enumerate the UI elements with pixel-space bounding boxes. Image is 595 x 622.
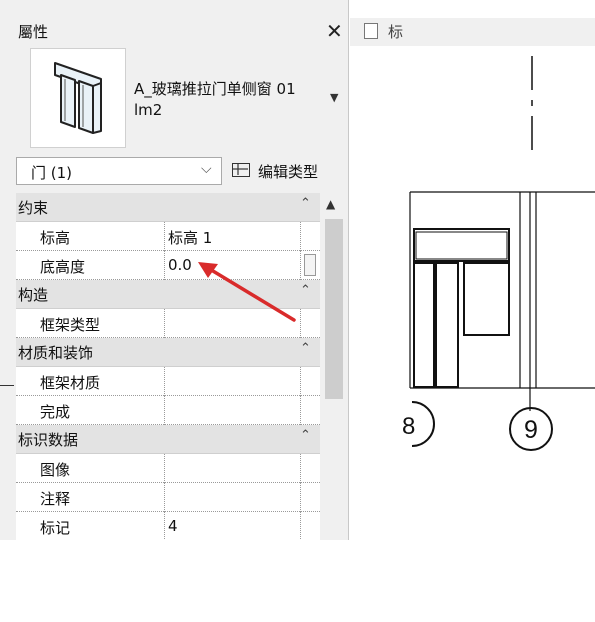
collapse-icon[interactable]: ⌃ — [300, 283, 311, 298]
group-label: 材质和装饰 — [18, 344, 94, 362]
grid-label-9: 9 — [524, 416, 538, 444]
chevron-down-icon: ⌵ — [201, 161, 212, 177]
type-selector-name[interactable]: A_玻璃推拉门单侧窗 01 lm2 — [134, 79, 334, 121]
instance-filter-select[interactable]: 门 (1) ⌵ — [16, 157, 222, 185]
property-name: 框架类型 — [40, 316, 101, 334]
property-value[interactable]: 4 — [168, 517, 178, 535]
property-scrollbar[interactable]: ▲ — [322, 193, 346, 540]
arrow-head — [198, 262, 218, 278]
collapse-icon[interactable]: ⌃ — [300, 196, 311, 211]
view-tab-label[interactable]: 标 — [388, 21, 403, 42]
door-leaf-left — [413, 262, 435, 388]
view-tab-bar: 标 — [350, 18, 595, 46]
collapse-icon[interactable]: ⌃ — [300, 428, 311, 443]
property-name: 标记 — [40, 519, 71, 537]
group-identity-data[interactable]: 标识数据 ⌃ — [16, 425, 320, 454]
property-value[interactable]: 0.0 — [168, 256, 192, 274]
type-name-line-2: lm2 — [134, 101, 163, 119]
property-name: 底高度 — [40, 258, 86, 276]
property-row-frame-material[interactable]: 框架材质 — [16, 367, 320, 396]
property-row-level[interactable]: 标高 标高 1 — [16, 222, 320, 251]
property-name: 图像 — [40, 461, 71, 479]
property-row-image[interactable]: 图像 — [16, 454, 320, 483]
palette-title-bar[interactable]: 屬性 ✕ — [0, 18, 348, 46]
property-name: 框架材质 — [40, 374, 101, 392]
floor-plan-icon — [364, 23, 378, 39]
property-row-mark[interactable]: 标记 4 — [16, 512, 320, 540]
collapse-icon[interactable]: ⌃ — [300, 341, 311, 356]
arrow-shaft — [206, 266, 296, 322]
property-name: 注释 — [40, 490, 71, 508]
group-materials[interactable]: 材质和装饰 ⌃ — [16, 338, 320, 367]
property-row-finish[interactable]: 完成 — [16, 396, 320, 425]
chevron-down-icon[interactable]: ▼ — [330, 91, 338, 104]
scroll-thumb[interactable] — [325, 219, 343, 399]
scroll-up-icon[interactable]: ▲ — [326, 197, 335, 211]
value-spin-icon[interactable] — [304, 254, 316, 276]
property-grid: 约束 ⌃ 标高 标高 1 底高度 0.0 构造 ⌃ 框架类型 材质和装饰 ⌃ 框… — [16, 193, 320, 540]
edit-type-button[interactable]: 编辑类型 — [230, 157, 340, 185]
property-value[interactable]: 标高 1 — [168, 227, 212, 248]
drawing-canvas[interactable]: 8 9 — [352, 46, 595, 540]
filter-label: 门 (1) — [31, 164, 73, 182]
side-window — [463, 262, 510, 336]
window-transom — [413, 228, 510, 262]
edit-type-label: 编辑类型 — [258, 163, 319, 181]
group-label: 约束 — [18, 199, 49, 217]
type-preview-thumbnail — [30, 48, 126, 148]
annotation-arrow — [198, 262, 296, 322]
close-icon[interactable]: ✕ — [326, 19, 343, 43]
grid-label-8: 8 — [402, 413, 415, 440]
group-label: 构造 — [18, 286, 49, 304]
group-constraints[interactable]: 约束 ⌃ — [16, 193, 320, 222]
palette-title: 屬性 — [18, 23, 49, 41]
divider — [0, 385, 14, 386]
property-row-comments[interactable]: 注释 — [16, 483, 320, 512]
property-name: 标高 — [40, 229, 71, 247]
door-leaf-right — [435, 262, 459, 388]
group-label: 标识数据 — [18, 431, 79, 449]
door-preview-icon — [54, 62, 102, 134]
type-name-line-1: A_玻璃推拉门单侧窗 01 — [134, 80, 296, 98]
edit-type-icon — [232, 163, 250, 177]
property-name: 完成 — [40, 403, 71, 421]
